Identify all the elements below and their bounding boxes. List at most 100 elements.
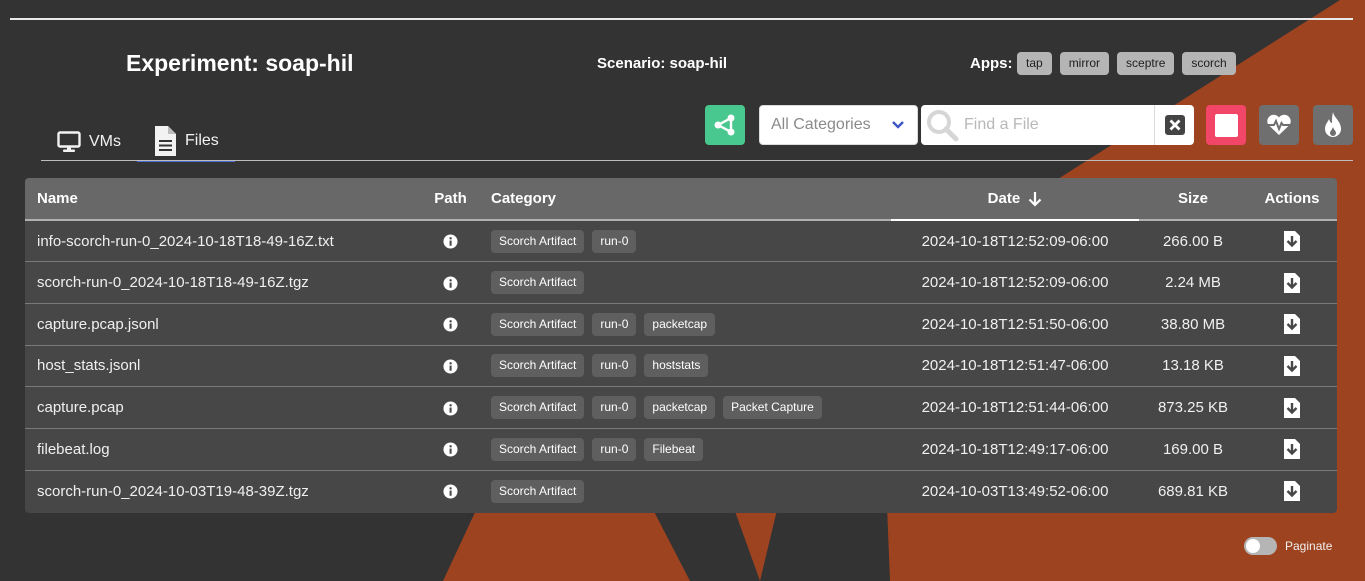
- download-icon[interactable]: [1283, 397, 1301, 419]
- file-date: 2024-10-18T12:52:09-06:00: [921, 232, 1109, 250]
- monitor-icon: [57, 131, 81, 153]
- file-date: 2024-10-03T13:49:52-06:00: [921, 482, 1109, 500]
- sort-descending-icon: [1028, 191, 1042, 207]
- download-icon[interactable]: [1283, 438, 1301, 460]
- category-tags: Scorch Artifact run-0 packetcap Packet Capt…: [491, 396, 879, 420]
- app-tag: mirror: [1059, 52, 1110, 75]
- column-header-size[interactable]: Size: [1139, 178, 1247, 221]
- file-size: 169.00 B: [1162, 440, 1224, 458]
- category-tag: Scorch Artifact: [491, 437, 585, 461]
- category-tag: Filebeat: [644, 437, 704, 461]
- column-header-path[interactable]: Path: [422, 178, 479, 221]
- table-row: scorch-run-0_2024-10-03T19-48-39Z.tgz Sco…: [25, 470, 1337, 512]
- table-row: host_stats.jsonl Scorch Artifact run-0 host…: [25, 345, 1337, 387]
- app-tag: tap: [1017, 52, 1052, 75]
- download-icon[interactable]: [1283, 355, 1301, 377]
- stop-icon: [1214, 113, 1238, 137]
- category-tag: packetcap: [644, 396, 716, 420]
- clear-search-button[interactable]: [1154, 105, 1194, 145]
- health-button[interactable]: [1259, 105, 1299, 145]
- chevron-down-icon: [891, 120, 905, 130]
- category-tag: run-0: [592, 437, 637, 461]
- table-row: filebeat.log Scorch Artifact run-0 Filebeat…: [25, 428, 1337, 470]
- share-nodes-icon: [713, 113, 737, 137]
- table-row: capture.pcap Scorch Artifact run-0 packetca…: [25, 386, 1337, 429]
- files-table: Name Path Category Date Size Actions inf…: [25, 178, 1337, 513]
- file-name: capture.pcap: [37, 399, 124, 417]
- file-icon: [153, 125, 177, 157]
- info-icon[interactable]: [443, 442, 458, 457]
- category-tag: Scorch Artifact: [491, 229, 585, 253]
- search-input[interactable]: [964, 116, 1154, 134]
- close-icon: [1164, 114, 1186, 136]
- category-tags: Scorch Artifact run-0 packetcap: [491, 312, 879, 336]
- column-header-category[interactable]: Category: [479, 178, 891, 221]
- category-tags: Scorch Artifact: [491, 479, 879, 503]
- file-name: scorch-run-0_2024-10-18T18-49-16Z.tgz: [37, 274, 309, 292]
- category-select-value: All Categories: [771, 116, 871, 133]
- column-header-actions: Actions: [1247, 178, 1337, 221]
- file-size: 266.00 B: [1162, 232, 1224, 250]
- table-header-row: Name Path Category Date Size Actions: [25, 178, 1337, 221]
- fire-icon: [1321, 111, 1345, 139]
- tab-vms[interactable]: VMs: [41, 122, 137, 162]
- topology-button[interactable]: [705, 105, 745, 145]
- tab-label: Files: [185, 132, 219, 149]
- category-tag: Packet Capture: [723, 396, 822, 420]
- file-name: filebeat.log: [37, 440, 110, 458]
- page-title: Experiment: soap-hil: [126, 50, 354, 76]
- info-icon[interactable]: [443, 317, 458, 332]
- apps-label: Apps:: [970, 55, 1013, 72]
- file-size: 873.25 KB: [1157, 399, 1229, 417]
- file-size: 38.80 MB: [1160, 315, 1226, 333]
- column-header-name[interactable]: Name: [25, 178, 422, 221]
- file-size: 689.81 KB: [1157, 482, 1229, 500]
- file-name: capture.pcap.jsonl: [37, 315, 159, 333]
- category-tags: Scorch Artifact run-0 Filebeat: [491, 437, 879, 461]
- download-icon[interactable]: [1283, 313, 1301, 335]
- search-box: [921, 105, 1154, 145]
- category-tag: run-0: [592, 229, 637, 253]
- tab-bar: VMs Files: [41, 122, 235, 162]
- category-tag: Scorch Artifact: [491, 396, 585, 420]
- download-icon[interactable]: [1283, 230, 1301, 252]
- info-icon[interactable]: [443, 276, 458, 291]
- category-tags: Scorch Artifact: [491, 271, 879, 295]
- category-tag: Scorch Artifact: [491, 479, 585, 503]
- file-date: 2024-10-18T12:51:50-06:00: [921, 315, 1109, 333]
- table-row: info-scorch-run-0_2024-10-18T18-49-16Z.t…: [25, 220, 1337, 262]
- download-icon[interactable]: [1283, 480, 1301, 502]
- paginate-label: Paginate: [1285, 539, 1333, 553]
- app-tag: scorch: [1182, 52, 1236, 75]
- file-date: 2024-10-18T12:52:09-06:00: [921, 274, 1109, 292]
- file-date: 2024-10-18T12:51:44-06:00: [921, 399, 1109, 417]
- category-tags: Scorch Artifact run-0 hoststats: [491, 354, 879, 378]
- app-tags: tap mirror sceptre scorch: [1017, 52, 1236, 75]
- file-name: scorch-run-0_2024-10-03T19-48-39Z.tgz: [37, 482, 309, 500]
- category-tag: run-0: [592, 396, 637, 420]
- paginate-toggle[interactable]: [1244, 537, 1277, 555]
- info-icon[interactable]: [443, 484, 458, 499]
- column-header-date[interactable]: Date: [891, 178, 1139, 221]
- category-tag: Scorch Artifact: [491, 271, 585, 295]
- category-tag: hoststats: [644, 354, 709, 378]
- search-icon: [924, 107, 960, 143]
- scenario-label: Scenario: soap-hil: [597, 55, 728, 72]
- info-icon[interactable]: [443, 401, 458, 416]
- category-tag: Scorch Artifact: [491, 354, 585, 378]
- tab-files[interactable]: Files: [137, 122, 235, 162]
- category-tag: packetcap: [644, 312, 716, 336]
- scorch-button[interactable]: [1313, 105, 1353, 145]
- app-tag: sceptre: [1117, 52, 1175, 75]
- tabs-divider: [41, 160, 1353, 161]
- info-icon[interactable]: [443, 359, 458, 374]
- file-name: host_stats.jsonl: [37, 357, 141, 375]
- file-size: 2.24 MB: [1165, 274, 1221, 292]
- download-icon[interactable]: [1283, 272, 1301, 294]
- category-tag: run-0: [592, 312, 637, 336]
- info-icon[interactable]: [443, 234, 458, 249]
- paginate-control: Paginate: [1244, 537, 1332, 555]
- category-select[interactable]: All Categories: [759, 105, 918, 145]
- file-date: 2024-10-18T12:49:17-06:00: [921, 440, 1109, 458]
- stop-button[interactable]: [1206, 105, 1246, 145]
